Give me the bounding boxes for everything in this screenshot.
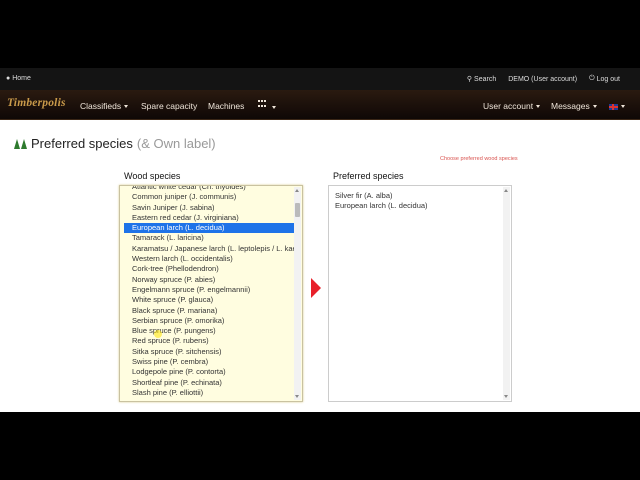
list-item[interactable]: Sitka spruce (P. sitchensis) [124,347,294,357]
account-link[interactable]: DEMO (User account) [508,75,577,83]
search-label: Search [474,75,497,83]
chevron-down-icon [621,105,625,109]
preferred-species-list[interactable]: Silver fir (A. alba) European larch (L. d… [328,185,512,402]
scroll-up-icon[interactable] [295,189,299,192]
chevron-down-icon [536,105,541,109]
chevron-down-icon [124,105,129,109]
page-subtitle: (& Own label) [136,136,216,151]
list-item[interactable]: Blue spruce (P. pungens) [124,326,294,336]
power-icon: ⏻ [589,75,595,82]
brand-logo[interactable]: Timberpolis [7,97,66,109]
search-icon: ⚲ [466,76,473,83]
wood-species-label: Wood species [124,171,181,181]
scroll-down-icon[interactable] [295,395,299,398]
hint-text: Choose preferred wood species [440,156,518,162]
list-item[interactable]: Cork-tree (Phellodendron) [124,264,294,274]
tree-icon [14,138,27,149]
list-item[interactable]: Tamarack (L. laricina) [124,233,294,243]
apps-grid-icon[interactable] [258,100,267,108]
home-label: Home [12,75,31,82]
list-item[interactable]: Savin Juniper (J. sabina) [124,203,294,213]
account-label: DEMO (User account) [508,75,578,83]
mouse-cursor-highlight [154,330,162,338]
list-item[interactable]: Common juniper (J. communis) [124,192,294,202]
list-item[interactable]: Shortleaf pine (P. echinata) [124,378,294,388]
wood-species-list[interactable]: Atlantic white cedar (Ch. thyoides) Commo… [119,185,303,402]
list-item[interactable]: White spruce (P. glauca) [124,295,294,305]
list-item[interactable]: Slash pine (P. elliottii) [124,388,294,398]
page-title: Preferred species (& Own label) [14,136,216,151]
nav-spare-capacity[interactable]: Spare capacity [141,101,197,111]
nav-messages-label: Messages [551,101,590,111]
list-item[interactable]: Atlantic white cedar (Ch. thyoides) [124,186,294,192]
move-right-arrow-icon[interactable] [311,278,321,298]
list-item[interactable]: Norway spruce (P. abies) [124,275,294,285]
list-item[interactable]: European larch (L. decidua) [333,201,503,211]
uk-flag-icon [609,103,618,110]
nav-classifieds[interactable]: Classifieds [80,101,129,111]
chevron-down-icon [592,105,597,109]
scrollbar[interactable] [294,187,301,400]
list-item[interactable]: Swiss pine (P. cembra) [124,357,294,367]
scrollbar-thumb[interactable] [295,203,300,217]
nav-machines[interactable]: Machines [208,101,244,111]
list-item[interactable]: Serbian spruce (P. omorika) [124,316,294,326]
nav-user-account[interactable]: User account [483,101,541,111]
logout-label: Log out [596,75,620,83]
app-frame: ● Home ⚲ Search DEMO (User account) ⏻ Lo… [0,68,640,412]
nav-messages[interactable]: Messages [551,101,597,111]
home-link[interactable]: ● Home [6,75,31,82]
main-navbar: Timberpolis Classifieds Spare capacity M… [0,90,640,120]
logout-link[interactable]: ⏻ Log out [589,75,620,83]
scroll-up-icon[interactable] [504,189,508,192]
chevron-down-icon [272,106,276,109]
list-item[interactable]: Eastern red cedar (J. virginiana) [124,213,294,223]
home-icon: ● [6,75,11,82]
list-item[interactable]: European larch (L. decidua) [124,223,294,234]
list-item[interactable]: Lodgepole pine (P. contorta) [124,367,294,377]
top-utility-bar: ● Home ⚲ Search DEMO (User account) ⏻ Lo… [0,68,640,90]
language-selector[interactable] [609,101,625,111]
list-item[interactable]: Red spruce (P. rubens) [124,336,294,346]
list-item[interactable]: Engelmann spruce (P. engelmannii) [124,285,294,295]
scroll-down-icon[interactable] [504,395,508,398]
list-item[interactable]: Western larch (L. occidentalis) [124,254,294,264]
preferred-species-label: Preferred species [333,171,404,181]
list-item[interactable]: Karamatsu / Japanese larch (L. leptolepi… [124,244,294,254]
scrollbar[interactable] [503,187,510,400]
nav-user-account-label: User account [483,101,534,111]
page-title-text: Preferred species [31,136,133,151]
search-link[interactable]: ⚲ Search [466,75,497,84]
list-item[interactable]: Silver fir (A. alba) [333,191,503,201]
list-item[interactable]: Black spruce (P. mariana) [124,306,294,316]
nav-classifieds-label: Classifieds [80,101,122,111]
main-content: Preferred species (& Own label) Choose p… [0,120,640,412]
